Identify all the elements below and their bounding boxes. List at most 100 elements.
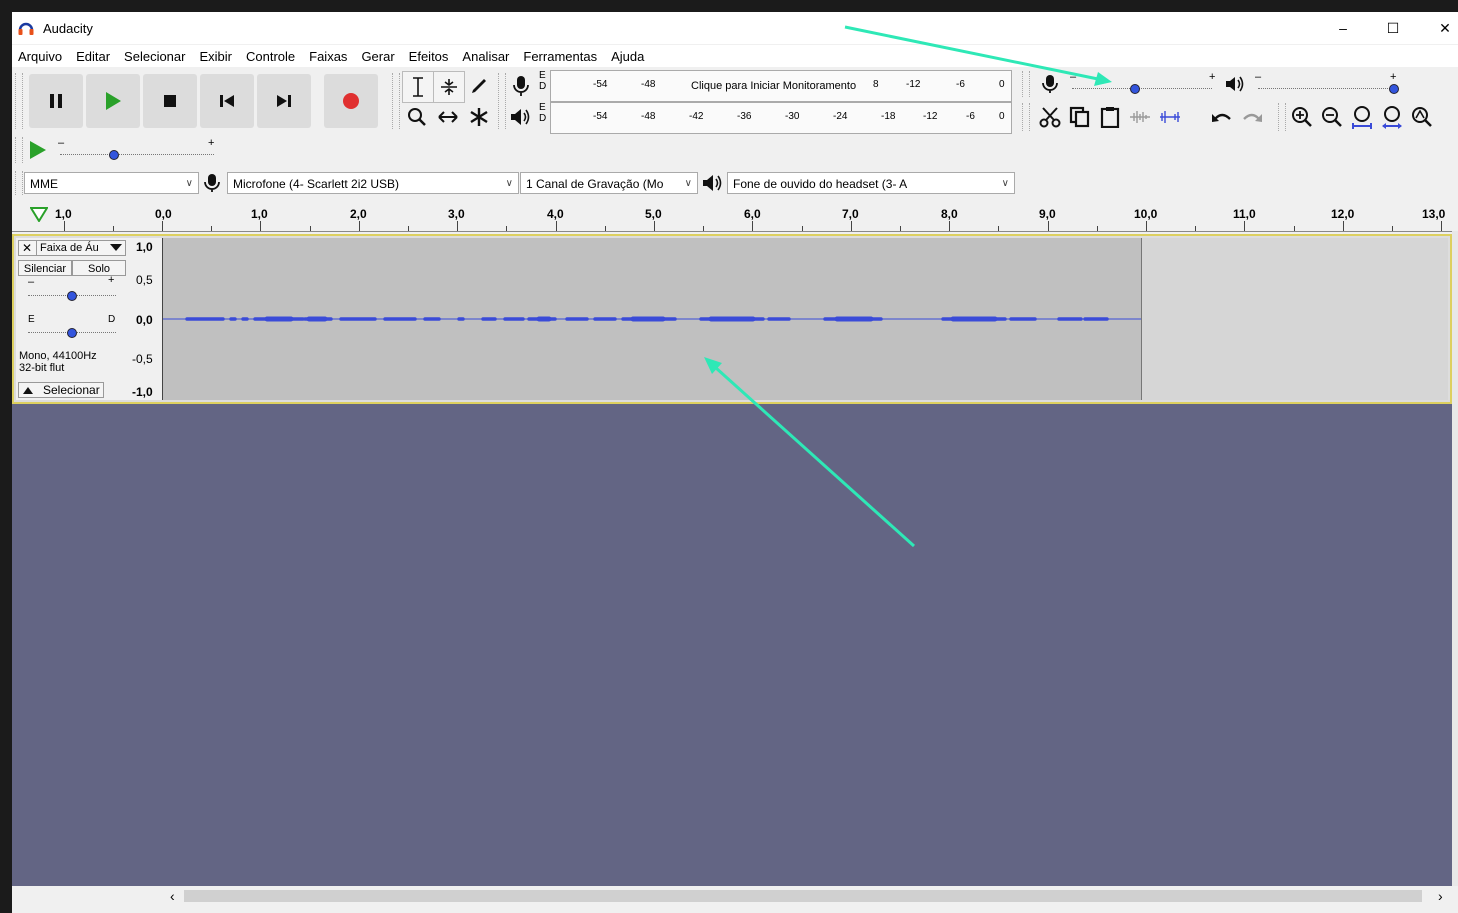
zoom-out-button[interactable]	[1318, 103, 1346, 131]
menu-analisar[interactable]: Analisar	[456, 49, 517, 64]
time-shift-tool-button[interactable]	[433, 102, 463, 132]
track-name-menu[interactable]: ✕ Faixa de Áu	[18, 240, 126, 256]
envelope-tool-button[interactable]	[433, 71, 465, 103]
playback-volume-slider[interactable]	[1258, 88, 1394, 90]
ruler-tick	[112, 226, 114, 231]
silence-button[interactable]	[1156, 103, 1184, 131]
fit-selection-button[interactable]	[1348, 103, 1376, 131]
toolbar-grip[interactable]	[15, 137, 23, 163]
stop-button[interactable]	[143, 74, 197, 128]
timeline-label: 13,0	[1422, 207, 1446, 221]
menu-ajuda[interactable]: Ajuda	[605, 49, 652, 64]
cut-button[interactable]	[1036, 103, 1064, 131]
timeline-label: 2,0	[350, 207, 367, 221]
tracks-empty-area[interactable]	[12, 404, 1452, 886]
ruler-tick	[1047, 221, 1049, 231]
toolbar-grip[interactable]	[1022, 103, 1030, 131]
audio-host-dropdown[interactable]: MME ∨	[24, 172, 199, 194]
menu-arquivo[interactable]: Arquivo	[12, 49, 70, 64]
toolbar-grip[interactable]	[498, 73, 506, 129]
menu-editar[interactable]: Editar	[70, 49, 118, 64]
amplitude-ruler[interactable]: 1,0 0,5 0,0 -0,5 -1,0	[127, 238, 163, 400]
menu-faixas[interactable]: Faixas	[303, 49, 355, 64]
menu-exibir[interactable]: Exibir	[193, 49, 240, 64]
zoom-tool-button[interactable]	[402, 102, 432, 132]
playback-device-dropdown[interactable]: Fone de ouvido do headset (3- A ∨	[727, 172, 1015, 194]
edit-toolbar	[1022, 101, 1204, 133]
record-meter[interactable]: -54 -48 Clique para Iniciar Monitorament…	[550, 70, 1012, 102]
trim-button[interactable]	[1126, 103, 1154, 131]
toolbar-grip[interactable]	[392, 73, 400, 129]
timeline-ruler[interactable]: 1,0 0,0 1,0 2,0 3,0 4,0 5,0 6,0 7,0 8,0 …	[12, 199, 1458, 232]
record-button[interactable]	[324, 74, 378, 128]
vertical-scrollbar[interactable]	[1452, 231, 1458, 886]
speed-slider[interactable]	[60, 154, 214, 156]
toolbar-grip[interactable]	[15, 171, 23, 195]
record-volume-slider[interactable]	[1072, 88, 1212, 90]
ruler-tick	[703, 226, 705, 231]
copy-button[interactable]	[1066, 103, 1094, 131]
ruler-tick	[850, 221, 852, 231]
pause-icon	[50, 94, 62, 108]
multi-tool-button[interactable]	[464, 102, 494, 132]
skip-end-icon	[277, 95, 291, 107]
menu-ferramentas[interactable]: Ferramentas	[517, 49, 605, 64]
horizontal-scrollbar[interactable]: ‹ ›	[12, 886, 1458, 906]
select-track-button[interactable]: Selecionar	[18, 382, 104, 398]
skip-to-start-button[interactable]	[200, 74, 254, 128]
toolbar-grip[interactable]	[15, 73, 23, 129]
play-button[interactable]	[86, 74, 140, 128]
recording-channels-dropdown[interactable]: 1 Canal de Gravação (Mo ∨	[520, 172, 698, 194]
menu-efeitos[interactable]: Efeitos	[403, 49, 457, 64]
redo-button[interactable]	[1238, 103, 1266, 131]
collapse-track-icon[interactable]	[23, 387, 33, 394]
toolbar-grip[interactable]	[1022, 71, 1030, 97]
skip-to-end-button[interactable]	[257, 74, 311, 128]
meter-tick: -48	[641, 79, 656, 90]
ruler-tick	[1293, 226, 1295, 231]
undo-button[interactable]	[1208, 103, 1236, 131]
meter-tick: -6	[956, 79, 965, 90]
scroll-right-icon[interactable]: ›	[1438, 888, 1443, 904]
menu-selecionar[interactable]: Selecionar	[118, 49, 193, 64]
gain-knob[interactable]	[67, 291, 77, 301]
pause-button[interactable]	[29, 74, 83, 128]
close-track-icon[interactable]: ✕	[22, 241, 32, 255]
monitoring-hint[interactable]: Clique para Iniciar Monitoramento	[691, 80, 856, 92]
menu-gerar[interactable]: Gerar	[355, 49, 402, 64]
maximize-button[interactable]: ☐	[1370, 16, 1416, 40]
pan-knob[interactable]	[67, 328, 77, 338]
menu-controle[interactable]: Controle	[240, 49, 303, 64]
selection-tool-button[interactable]	[402, 71, 434, 103]
ruler-tick	[260, 221, 262, 231]
ruler-tick	[752, 221, 754, 231]
playback-volume-knob[interactable]	[1389, 84, 1399, 94]
solo-button[interactable]: Solo	[72, 260, 126, 276]
play-at-speed-icon[interactable]	[28, 140, 48, 160]
draw-tool-button[interactable]	[464, 71, 494, 101]
recording-device-dropdown[interactable]: Microfone (4- Scarlett 2i2 USB) ∨	[227, 172, 519, 194]
scroll-left-icon[interactable]: ‹	[170, 888, 175, 904]
record-icon	[343, 93, 359, 109]
toolbar-grip[interactable]	[1278, 103, 1286, 131]
paste-button[interactable]	[1096, 103, 1124, 131]
close-button[interactable]: ✕	[1422, 16, 1458, 40]
playback-meter[interactable]: -54 -48 -42 -36 -30 -24 -18 -12 -6 0	[550, 102, 1012, 134]
ruler-tick	[63, 221, 65, 231]
speed-knob[interactable]	[108, 150, 119, 160]
audio-track[interactable]: ✕ Faixa de Áu Silenciar Solo – + E D Mon…	[12, 234, 1452, 404]
zoom-in-button[interactable]	[1288, 103, 1316, 131]
track-empty-space[interactable]	[1142, 238, 1448, 400]
timeline-label: 5,0	[645, 207, 662, 221]
minimize-button[interactable]: –	[1320, 16, 1366, 40]
mute-button[interactable]: Silenciar	[18, 260, 72, 276]
zoom-toggle-button[interactable]	[1408, 103, 1436, 131]
ruler-tick	[506, 226, 508, 231]
record-volume-knob[interactable]	[1130, 84, 1140, 94]
waveform-clip[interactable]	[163, 238, 1142, 400]
pinned-play-head-icon[interactable]	[30, 206, 48, 222]
horizontal-scrollbar-thumb[interactable]	[184, 890, 1422, 902]
fit-project-button[interactable]	[1378, 103, 1406, 131]
pan-right-label: D	[108, 314, 116, 325]
ruler-tick	[1146, 221, 1147, 231]
